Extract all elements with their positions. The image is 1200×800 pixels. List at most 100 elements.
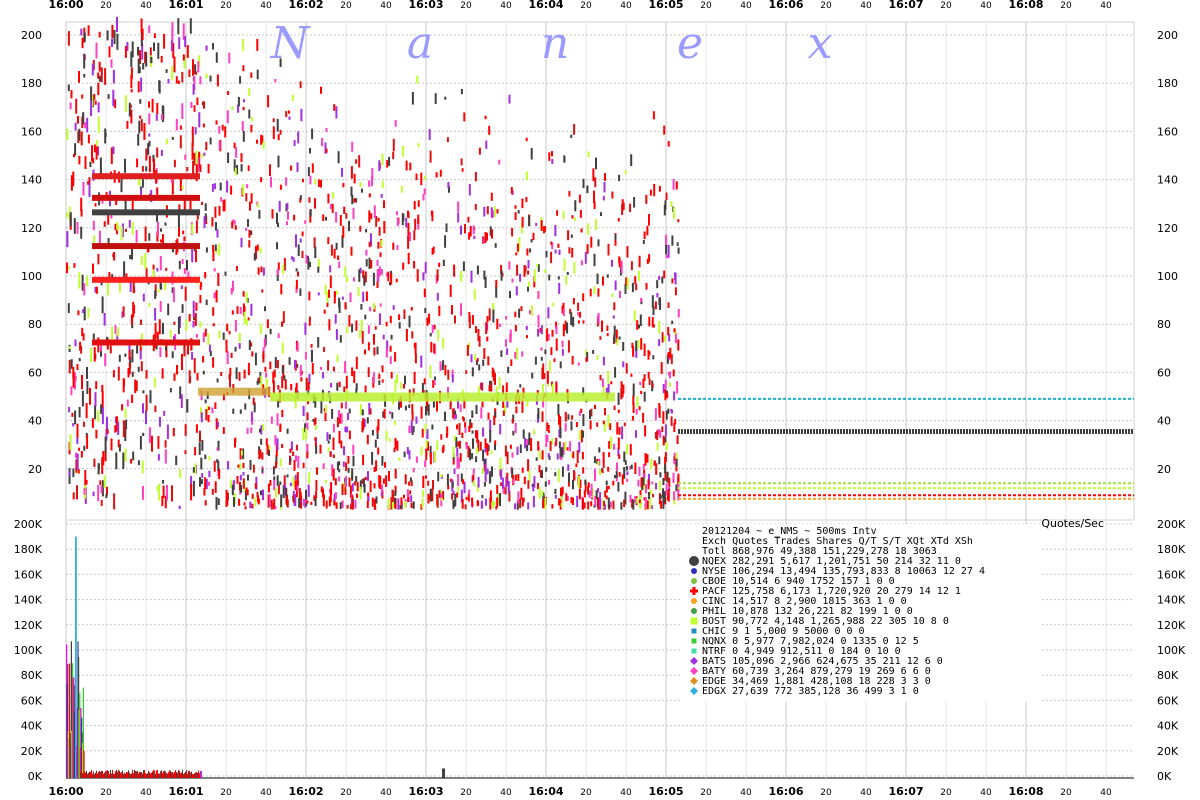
price-mark — [226, 180, 229, 193]
price-mark — [274, 356, 277, 369]
price-mark — [97, 253, 100, 265]
price-mark — [352, 444, 355, 455]
price-mark — [653, 183, 656, 197]
price-mark — [323, 347, 326, 352]
price-mark — [514, 325, 517, 332]
price-mark — [263, 338, 266, 348]
rate-bar — [158, 773, 159, 778]
price-mark — [97, 82, 100, 96]
price-mark — [475, 430, 477, 438]
price-mark — [327, 193, 330, 204]
price-mark — [139, 99, 142, 104]
price-mark — [262, 489, 264, 500]
x-minor-label: 20 — [940, 788, 952, 798]
price-mark — [533, 429, 536, 435]
price-mark — [256, 38, 259, 51]
price-mark — [574, 200, 577, 212]
price-mark — [538, 450, 541, 456]
price-mark — [67, 31, 70, 46]
price-mark — [135, 230, 138, 243]
price-mark — [494, 243, 497, 248]
price-mark — [116, 33, 119, 50]
price-mark — [68, 346, 71, 349]
price-mark — [404, 375, 406, 385]
price-mark — [648, 316, 651, 327]
price-data-marks — [66, 16, 680, 510]
y-tick-label: 80 — [28, 318, 42, 331]
price-mark — [470, 270, 473, 283]
rate-bar — [135, 771, 136, 778]
price-mark — [413, 261, 416, 269]
price-mark — [495, 286, 498, 298]
price-mark — [664, 424, 667, 437]
price-mark — [597, 497, 599, 508]
price-mark — [380, 240, 383, 247]
price-mark — [289, 448, 292, 453]
price-mark — [522, 497, 525, 503]
price-mark — [194, 313, 197, 326]
price-mark — [556, 210, 559, 216]
price-mark — [595, 157, 597, 170]
price-mark — [672, 178, 675, 190]
price-mark — [614, 367, 617, 378]
price-mark — [375, 460, 378, 471]
price-mark — [561, 447, 564, 458]
price-mark — [243, 312, 246, 324]
price-mark — [195, 302, 198, 311]
price-mark — [103, 475, 106, 488]
price-mark — [345, 375, 348, 389]
rate-bar — [191, 771, 192, 778]
price-mark — [428, 129, 431, 140]
price-mark — [658, 403, 661, 415]
price-mark — [498, 159, 501, 165]
price-mark — [537, 290, 540, 299]
rate-bar — [144, 769, 145, 778]
price-mark — [630, 154, 633, 166]
price-mark — [332, 437, 335, 450]
price-mark — [110, 438, 113, 451]
price-mark — [186, 45, 189, 58]
price-mark — [665, 483, 668, 496]
y-tick-label-right: 160 — [1157, 125, 1178, 138]
price-mark — [405, 217, 408, 228]
price-mark — [350, 246, 353, 256]
price-mark — [90, 347, 92, 362]
price-mark — [593, 201, 596, 210]
price-mark — [98, 61, 101, 72]
price-mark — [558, 249, 561, 255]
price-mark — [260, 490, 262, 496]
price-mark — [154, 405, 157, 413]
price-mark — [142, 63, 145, 70]
price-mark — [578, 430, 581, 440]
price-mark — [289, 482, 292, 487]
rate-bar — [198, 770, 199, 778]
price-mark — [492, 369, 495, 381]
price-mark — [374, 439, 377, 448]
price-mark — [392, 151, 395, 160]
price-mark — [282, 311, 285, 324]
price-mark — [97, 484, 100, 502]
price-mark — [603, 501, 606, 507]
price-mark — [208, 406, 211, 410]
price-mark — [475, 404, 478, 414]
price-mark — [208, 481, 210, 486]
price-mark — [567, 340, 570, 353]
price-mark — [98, 31, 101, 38]
price-mark — [493, 415, 496, 426]
price-mark — [250, 427, 253, 434]
price-mark — [514, 422, 517, 434]
price-mark — [176, 365, 178, 375]
price-mark — [416, 269, 419, 282]
rate-bar — [86, 770, 87, 778]
price-mark — [625, 363, 628, 374]
price-mark — [524, 265, 527, 271]
price-mark — [336, 417, 339, 428]
price-mark — [364, 349, 366, 355]
price-mark — [568, 247, 571, 254]
price-mark — [597, 239, 600, 247]
price-mark — [614, 234, 617, 240]
price-mark — [260, 177, 263, 183]
price-mark — [478, 147, 481, 155]
price-mark — [84, 156, 87, 169]
price-mark — [80, 209, 83, 217]
